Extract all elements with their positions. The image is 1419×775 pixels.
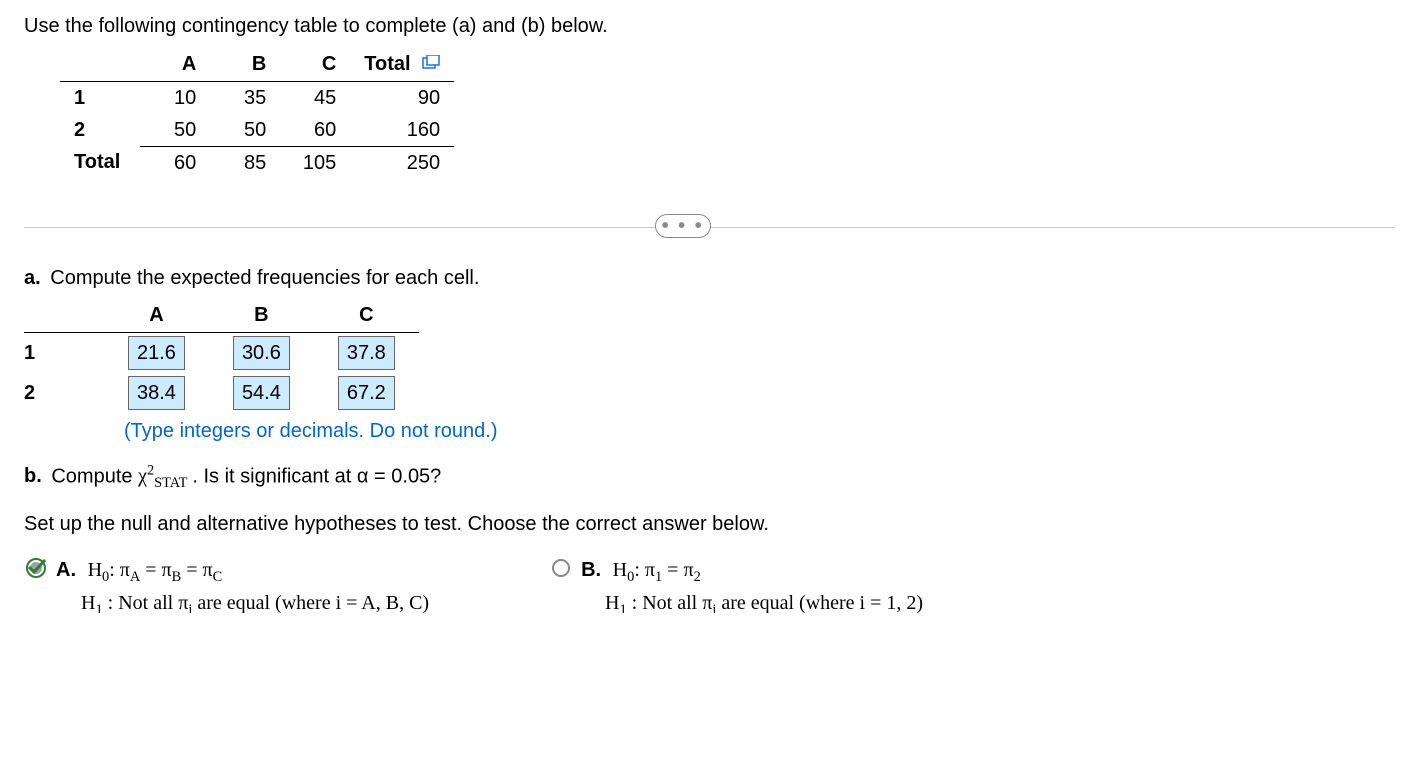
choice-b-h1: H1 : Not all πi are equal (where i = 1, … [605,592,923,613]
chi-stat-symbol: χ2STAT [138,465,192,487]
cell: 45 [280,81,350,114]
cell: 85 [210,146,280,179]
answer-input[interactable]: 21.6 [128,336,185,370]
part-a: a. Compute the expected frequencies for … [24,264,1395,445]
choice-a[interactable]: A. H0: πA = πB = πC A. H1 : Not all πi a… [24,556,429,613]
part-a-text: Compute the expected frequencies for eac… [50,267,479,289]
cell: 60 [280,114,350,147]
part-b-prefix: Compute [51,465,138,487]
row-label-1: 1 [24,332,104,373]
choice-a-h1: H1 : Not all πi are equal (where i = A, … [81,592,429,613]
contingency-table: A B C Total 1 10 35 45 90 2 50 50 60 160… [60,48,454,179]
answer-input[interactable]: 54.4 [233,376,290,410]
choice-b-marker[interactable] [549,556,573,580]
part-b: b. Compute χ2STAT . Is it significant at… [24,461,1395,494]
contingency-table-wrap: A B C Total 1 10 35 45 90 2 50 50 60 160… [60,48,454,179]
col-header-b: B [210,48,280,81]
table-row: 2 38.4 54.4 67.2 [24,373,419,413]
expand-button[interactable]: • • • [655,214,711,238]
col-header-total: Total [350,48,454,81]
col-header-c: C [280,48,350,81]
choice-a-marker[interactable] [24,556,48,580]
popup-icon[interactable] [422,51,440,79]
row-label-1: 1 [60,81,140,114]
part-a-label: a. [24,267,41,289]
cell: 35 [210,81,280,114]
col-header-c: C [314,298,419,333]
section-divider: • • • [24,227,1395,228]
expected-table: A B C 1 21.6 30.6 37.8 2 38.4 54.4 67.2 [24,298,419,413]
col-header-b: B [209,298,314,333]
table-total-row: Total 60 85 105 250 [60,146,454,179]
row-label-2: 2 [24,373,104,413]
cell: 10 [140,81,210,114]
cell: 50 [210,114,280,147]
part-b-subprompt: Set up the null and alternative hypothes… [24,510,1395,538]
choices-row: A. H0: πA = πB = πC A. H1 : Not all πi a… [24,556,1395,613]
part-b-suffix: . Is it significant at α = 0.05? [192,465,441,487]
choice-b[interactable]: B. H0: π1 = π2 B. H1 : Not all πi are eq… [549,556,923,613]
part-b-label: b. [24,465,42,487]
part-a-hint: (Type integers or decimals. Do not round… [124,417,1395,445]
choice-letter: B. [581,559,601,581]
cell: 250 [350,146,454,179]
col-header-a: A [140,48,210,81]
choice-b-h0: H0: π1 = π2 [613,559,701,581]
answer-input[interactable]: 37.8 [338,336,395,370]
cell: 90 [350,81,454,114]
table-row: 1 21.6 30.6 37.8 [24,332,419,373]
cell: 105 [280,146,350,179]
row-label-total: Total [60,146,140,179]
answer-input[interactable]: 67.2 [338,376,395,410]
cell: 50 [140,114,210,147]
table-corner [60,48,140,81]
cell: 160 [350,114,454,147]
table-corner [24,298,104,333]
answer-input[interactable]: 30.6 [233,336,290,370]
answer-input[interactable]: 38.4 [128,376,185,410]
table-row: 1 10 35 45 90 [60,81,454,114]
row-label-2: 2 [60,114,140,147]
col-header-a: A [104,298,209,333]
cell: 60 [140,146,210,179]
table-row: 2 50 50 60 160 [60,114,454,147]
checkmark-icon [26,558,46,578]
radio-icon [552,559,570,577]
choice-a-h0: H0: πA = πB = πC [88,559,223,581]
choice-letter: A. [56,559,76,581]
question-prompt: Use the following contingency table to c… [24,12,1395,40]
